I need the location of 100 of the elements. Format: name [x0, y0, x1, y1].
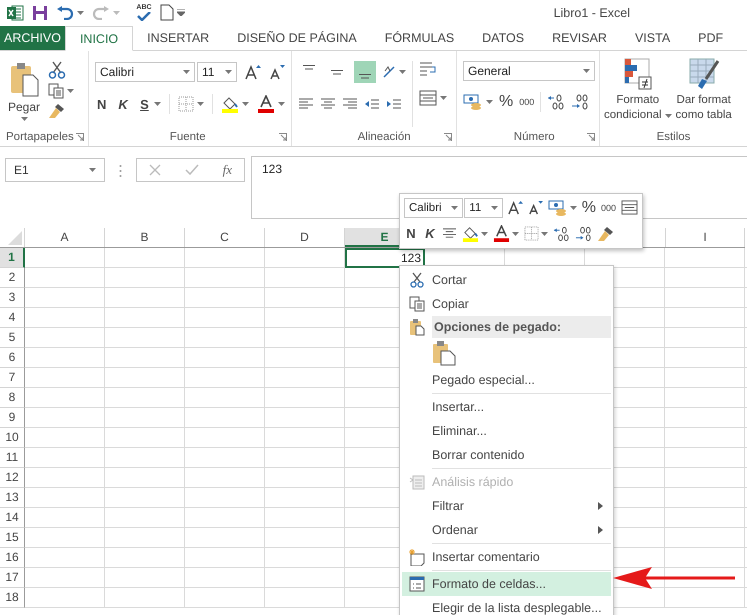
caret-icon[interactable]	[278, 102, 285, 106]
copy-icon[interactable]	[48, 83, 64, 99]
row-header[interactable]: 1	[0, 248, 25, 268]
increase-indent-icon[interactable]	[386, 97, 402, 111]
italic-button[interactable]: K	[116, 96, 130, 112]
row-header[interactable]: 6	[0, 348, 25, 368]
decrease-font-size-icon[interactable]	[269, 64, 285, 80]
grip-icon[interactable]	[119, 164, 122, 178]
vertical-align-button[interactable]	[354, 61, 376, 83]
menu-item[interactable]: Pegado especial...	[402, 368, 611, 392]
row-header[interactable]: 9	[0, 408, 25, 428]
decrease-font-size-icon[interactable]	[528, 200, 543, 215]
font-color-icon[interactable]	[256, 95, 275, 113]
caret-icon[interactable]	[481, 232, 488, 236]
row-header[interactable]: 17	[0, 568, 25, 588]
caret-icon[interactable]	[67, 89, 74, 93]
ribbon-tab[interactable]: INSERTAR	[133, 26, 224, 50]
row-header[interactable]: 14	[0, 508, 25, 528]
menu-item[interactable]: Formato de celdas...	[402, 572, 611, 596]
merge-cells-icon[interactable]	[419, 90, 437, 106]
percent-button[interactable]: %	[499, 93, 514, 111]
font-size-dropdown[interactable]: 11	[464, 198, 503, 218]
menu-item[interactable]: Insertar...	[402, 395, 611, 419]
borders-icon[interactable]	[178, 96, 194, 112]
underline-button[interactable]: S	[138, 96, 152, 112]
borders-icon[interactable]	[524, 226, 539, 241]
ribbon-tab[interactable]: REVISAR	[538, 26, 621, 50]
column-header[interactable]: C	[185, 228, 265, 247]
row-header[interactable]: 4	[0, 308, 25, 328]
row-header[interactable]: 13	[0, 488, 25, 508]
style-button[interactable]: Dar format como tabla	[676, 57, 732, 128]
increase-decimal-icon[interactable]	[553, 226, 570, 242]
cut-icon[interactable]	[48, 61, 66, 79]
caret-icon[interactable]	[77, 10, 84, 14]
caret-icon[interactable]	[197, 102, 204, 106]
row-header[interactable]: 8	[0, 388, 25, 408]
align-center-icon[interactable]	[320, 97, 336, 111]
increase-decimal-icon[interactable]	[547, 94, 566, 110]
menu-item[interactable]: Cortar	[402, 268, 611, 292]
row-header[interactable]: 10	[0, 428, 25, 448]
decrease-decimal-icon[interactable]	[575, 226, 592, 242]
increase-font-size-icon[interactable]	[508, 200, 523, 215]
accounting-format-icon[interactable]	[463, 94, 483, 110]
paste-option-icon[interactable]	[432, 340, 456, 366]
menu-item[interactable]: Borrar contenido	[402, 443, 611, 467]
column-header[interactable]: B	[105, 228, 185, 247]
row-header[interactable]: 5	[0, 328, 25, 348]
caret-icon[interactable]	[486, 100, 493, 104]
menu-item[interactable]: Elegir de la lista desplegable...	[402, 596, 611, 615]
new-document-icon[interactable]	[160, 4, 174, 21]
wrap-text-icon[interactable]	[419, 61, 437, 77]
caret-icon[interactable]	[440, 96, 447, 100]
align-right-icon[interactable]	[342, 97, 358, 111]
caret-icon[interactable]	[541, 232, 548, 236]
ribbon-tab[interactable]: DATOS	[468, 26, 538, 50]
caret-icon[interactable]	[242, 102, 249, 106]
insert-function-button[interactable]: fx	[222, 162, 232, 178]
row-header[interactable]: 3	[0, 288, 25, 308]
ribbon-tab[interactable]: INICIO	[64, 26, 134, 51]
ribbon-tab[interactable]: FÓRMULAS	[370, 26, 468, 50]
menu-item[interactable]: Insertar comentario	[402, 545, 611, 569]
row-header[interactable]: 12	[0, 468, 25, 488]
decrease-indent-icon[interactable]	[364, 97, 380, 111]
font-size-dropdown[interactable]: 11	[197, 62, 237, 82]
name-box[interactable]: E1	[5, 158, 105, 182]
ribbon-tab[interactable]: DISEÑO DE PÁGINA	[223, 26, 371, 50]
dialog-launcher-icon[interactable]	[587, 133, 595, 141]
fill-color-icon[interactable]	[220, 95, 239, 113]
caret-icon[interactable]	[154, 102, 162, 106]
undo-icon[interactable]	[56, 6, 74, 20]
row-header[interactable]: 16	[0, 548, 25, 568]
enter-check-icon[interactable]	[184, 164, 199, 176]
thousands-button[interactable]: 000	[519, 97, 534, 107]
column-header[interactable]: A	[25, 228, 105, 247]
italic-button[interactable]: K	[423, 226, 437, 241]
row-header[interactable]: 11	[0, 448, 25, 468]
bold-button[interactable]: N	[404, 226, 418, 241]
increase-font-size-icon[interactable]	[245, 64, 261, 80]
number-format-dropdown[interactable]: General	[463, 61, 595, 81]
align-left-icon[interactable]	[298, 97, 314, 111]
fill-color-icon[interactable]	[462, 225, 479, 242]
menu-item[interactable]: Eliminar...	[402, 419, 611, 443]
dialog-launcher-icon[interactable]	[76, 133, 84, 141]
row-header[interactable]: 2	[0, 268, 25, 288]
customize-caret-icon[interactable]	[177, 9, 185, 16]
bold-button[interactable]: N	[95, 96, 108, 112]
style-button[interactable]: Formato condicional	[604, 57, 672, 128]
font-color-icon[interactable]	[493, 225, 510, 242]
percent-button[interactable]: %	[582, 198, 596, 216]
paste-button[interactable]: Pegar	[8, 61, 40, 128]
menu-item[interactable]: Ordenar	[402, 518, 611, 542]
active-cell[interactable]: 123	[345, 248, 425, 268]
column-header[interactable]: I	[665, 228, 745, 247]
align-center-icon[interactable]	[442, 227, 457, 240]
row-header[interactable]: 7	[0, 368, 25, 388]
accounting-format-icon[interactable]	[548, 200, 568, 216]
caret-icon[interactable]	[570, 206, 577, 210]
format-painter-icon[interactable]	[48, 103, 66, 119]
ribbon-tab[interactable]: ARCHIVO	[0, 26, 65, 50]
format-painter-icon[interactable]	[597, 226, 615, 242]
